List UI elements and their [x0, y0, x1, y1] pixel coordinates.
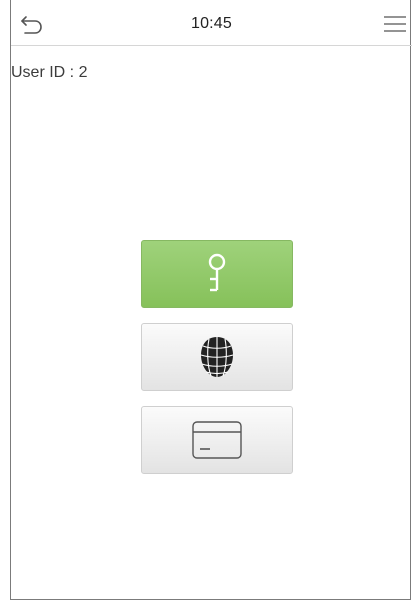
user-id-label: User ID : 2 — [11, 64, 88, 81]
key-icon — [208, 253, 226, 292]
card-verify-button[interactable] — [141, 406, 293, 474]
menu-button[interactable] — [380, 8, 410, 38]
face-verify-button[interactable] — [141, 323, 293, 391]
clock: 10:45 — [190, 15, 233, 32]
face-icon — [200, 337, 234, 377]
card-icon — [192, 421, 242, 459]
hamburger-menu-icon — [384, 16, 406, 32]
top-bar: 10:45 — [11, 0, 412, 46]
device-screen: 10:45 User ID : 2 — [10, 0, 412, 600]
password-verify-button[interactable] — [141, 240, 293, 308]
